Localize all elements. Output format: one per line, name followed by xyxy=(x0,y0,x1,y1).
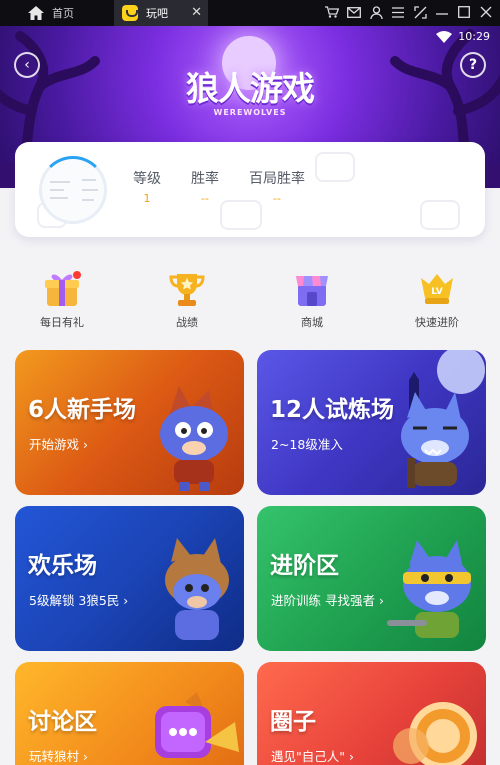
quick-store[interactable]: 商城 xyxy=(262,270,362,330)
mode-subtitle: 5级解锁 3狼5民 › xyxy=(29,593,129,608)
mode-card-12-trial[interactable]: 12人试炼场 2~18级准入 xyxy=(257,350,486,495)
stat-label: 胜率 xyxy=(191,171,219,187)
quick-label: 商城 xyxy=(301,316,323,329)
chat-bubble-illustration xyxy=(155,692,239,758)
tab-wanba[interactable]: 玩吧 ✕ xyxy=(114,0,208,26)
mode-title: 讨论区 xyxy=(28,709,97,735)
wanba-app-icon xyxy=(122,5,138,21)
quick-menu: 每日有礼 战绩 商城 LV 快速进阶 xyxy=(0,270,500,330)
status-time: 10:29 xyxy=(458,30,490,43)
stat-value: 1 xyxy=(143,192,151,205)
decor-outline xyxy=(315,152,355,182)
quick-label: 快速进阶 xyxy=(415,316,459,329)
minimize-icon[interactable] xyxy=(434,3,450,21)
avatar[interactable] xyxy=(39,156,107,224)
level-up-icon: LV xyxy=(417,270,457,308)
screenshot-icon[interactable] xyxy=(412,3,428,21)
mode-card-discussion[interactable]: 讨论区 玩转狼村 › xyxy=(15,662,244,765)
chevron-left-icon: ‹ xyxy=(24,57,30,73)
stat-win-rate: 胜率 -- xyxy=(176,168,234,205)
mode-subtitle: 2~18级准入 xyxy=(271,437,343,452)
stat-label: 等级 xyxy=(133,171,161,187)
ring-illustration xyxy=(393,702,477,765)
menu-icon[interactable] xyxy=(390,3,406,21)
quick-label: 每日有礼 xyxy=(40,316,84,329)
user-icon[interactable] xyxy=(368,3,384,21)
mode-subtitle: 遇见"自己人" › xyxy=(271,749,354,764)
wolf-character-illustration xyxy=(387,540,471,638)
quick-record[interactable]: 战绩 xyxy=(137,270,237,330)
window-close-icon[interactable] xyxy=(478,3,494,21)
mode-card-fun[interactable]: 欢乐场 5级解锁 3狼5民 › xyxy=(15,506,244,651)
gift-icon xyxy=(42,270,82,308)
profile-card: 等级 1 胜率 -- 百局胜率 -- xyxy=(15,142,485,237)
home-icon xyxy=(28,6,44,20)
mode-subtitle: 进阶训练 寻找强者 › xyxy=(271,593,384,608)
werewolf-logo: 狼人游戏 WEREWOLVES xyxy=(186,62,315,117)
stat-hundred-win-rate: 百局胜率 -- xyxy=(234,168,320,205)
quick-daily-gift[interactable]: 每日有礼 xyxy=(12,270,112,330)
mode-subtitle: 玩转狼村 › xyxy=(29,749,88,764)
mail-icon[interactable] xyxy=(346,3,362,21)
player-stats: 等级 1 胜率 -- 百局胜率 -- xyxy=(118,168,320,205)
help-icon: ? xyxy=(468,57,478,73)
mode-card-circle[interactable]: 圈子 遇见"自己人" › xyxy=(257,662,486,765)
logo-title: 狼人游戏 xyxy=(186,69,315,108)
quick-label: 战绩 xyxy=(176,316,198,329)
help-button[interactable]: ? xyxy=(460,52,486,78)
store-icon xyxy=(292,270,332,308)
tab-label: 玩吧 xyxy=(146,7,168,20)
mode-card-6-beginner[interactable]: 6人新手场 开始游戏 › xyxy=(15,350,244,495)
decor-outline xyxy=(420,200,460,230)
back-button[interactable]: ‹ xyxy=(14,52,40,78)
home-tab-label: 首页 xyxy=(52,7,74,20)
wolf-character-illustration xyxy=(401,392,469,488)
quick-level-up[interactable]: LV 快速进阶 xyxy=(387,270,487,330)
mode-card-advanced[interactable]: 进阶区 进阶训练 寻找强者 › xyxy=(257,506,486,651)
svg-text:LV: LV xyxy=(431,287,442,297)
stat-level: 等级 1 xyxy=(118,168,176,205)
mode-title: 圈子 xyxy=(270,709,316,735)
home-tab[interactable]: 首页 xyxy=(28,3,74,23)
maximize-icon[interactable] xyxy=(456,3,472,21)
window-title-bar: 首页 玩吧 ✕ xyxy=(0,0,500,26)
mode-title: 6人新手场 xyxy=(28,397,137,423)
mode-subtitle: 开始游戏 › xyxy=(29,437,88,452)
tab-close-icon[interactable]: ✕ xyxy=(191,5,202,20)
wolf-character-illustration xyxy=(165,538,229,640)
mode-title: 12人试炼场 xyxy=(270,397,395,423)
stat-value: -- xyxy=(273,192,281,205)
stat-value: -- xyxy=(201,192,209,205)
cart-icon[interactable] xyxy=(324,3,340,21)
stat-label: 百局胜率 xyxy=(249,171,305,187)
mode-title: 欢乐场 xyxy=(28,553,97,579)
mode-title: 进阶区 xyxy=(270,553,339,579)
wolf-character-illustration xyxy=(160,386,228,491)
wifi-icon xyxy=(436,30,453,43)
status-bar: 10:29 xyxy=(436,30,490,43)
trophy-icon xyxy=(167,270,207,308)
